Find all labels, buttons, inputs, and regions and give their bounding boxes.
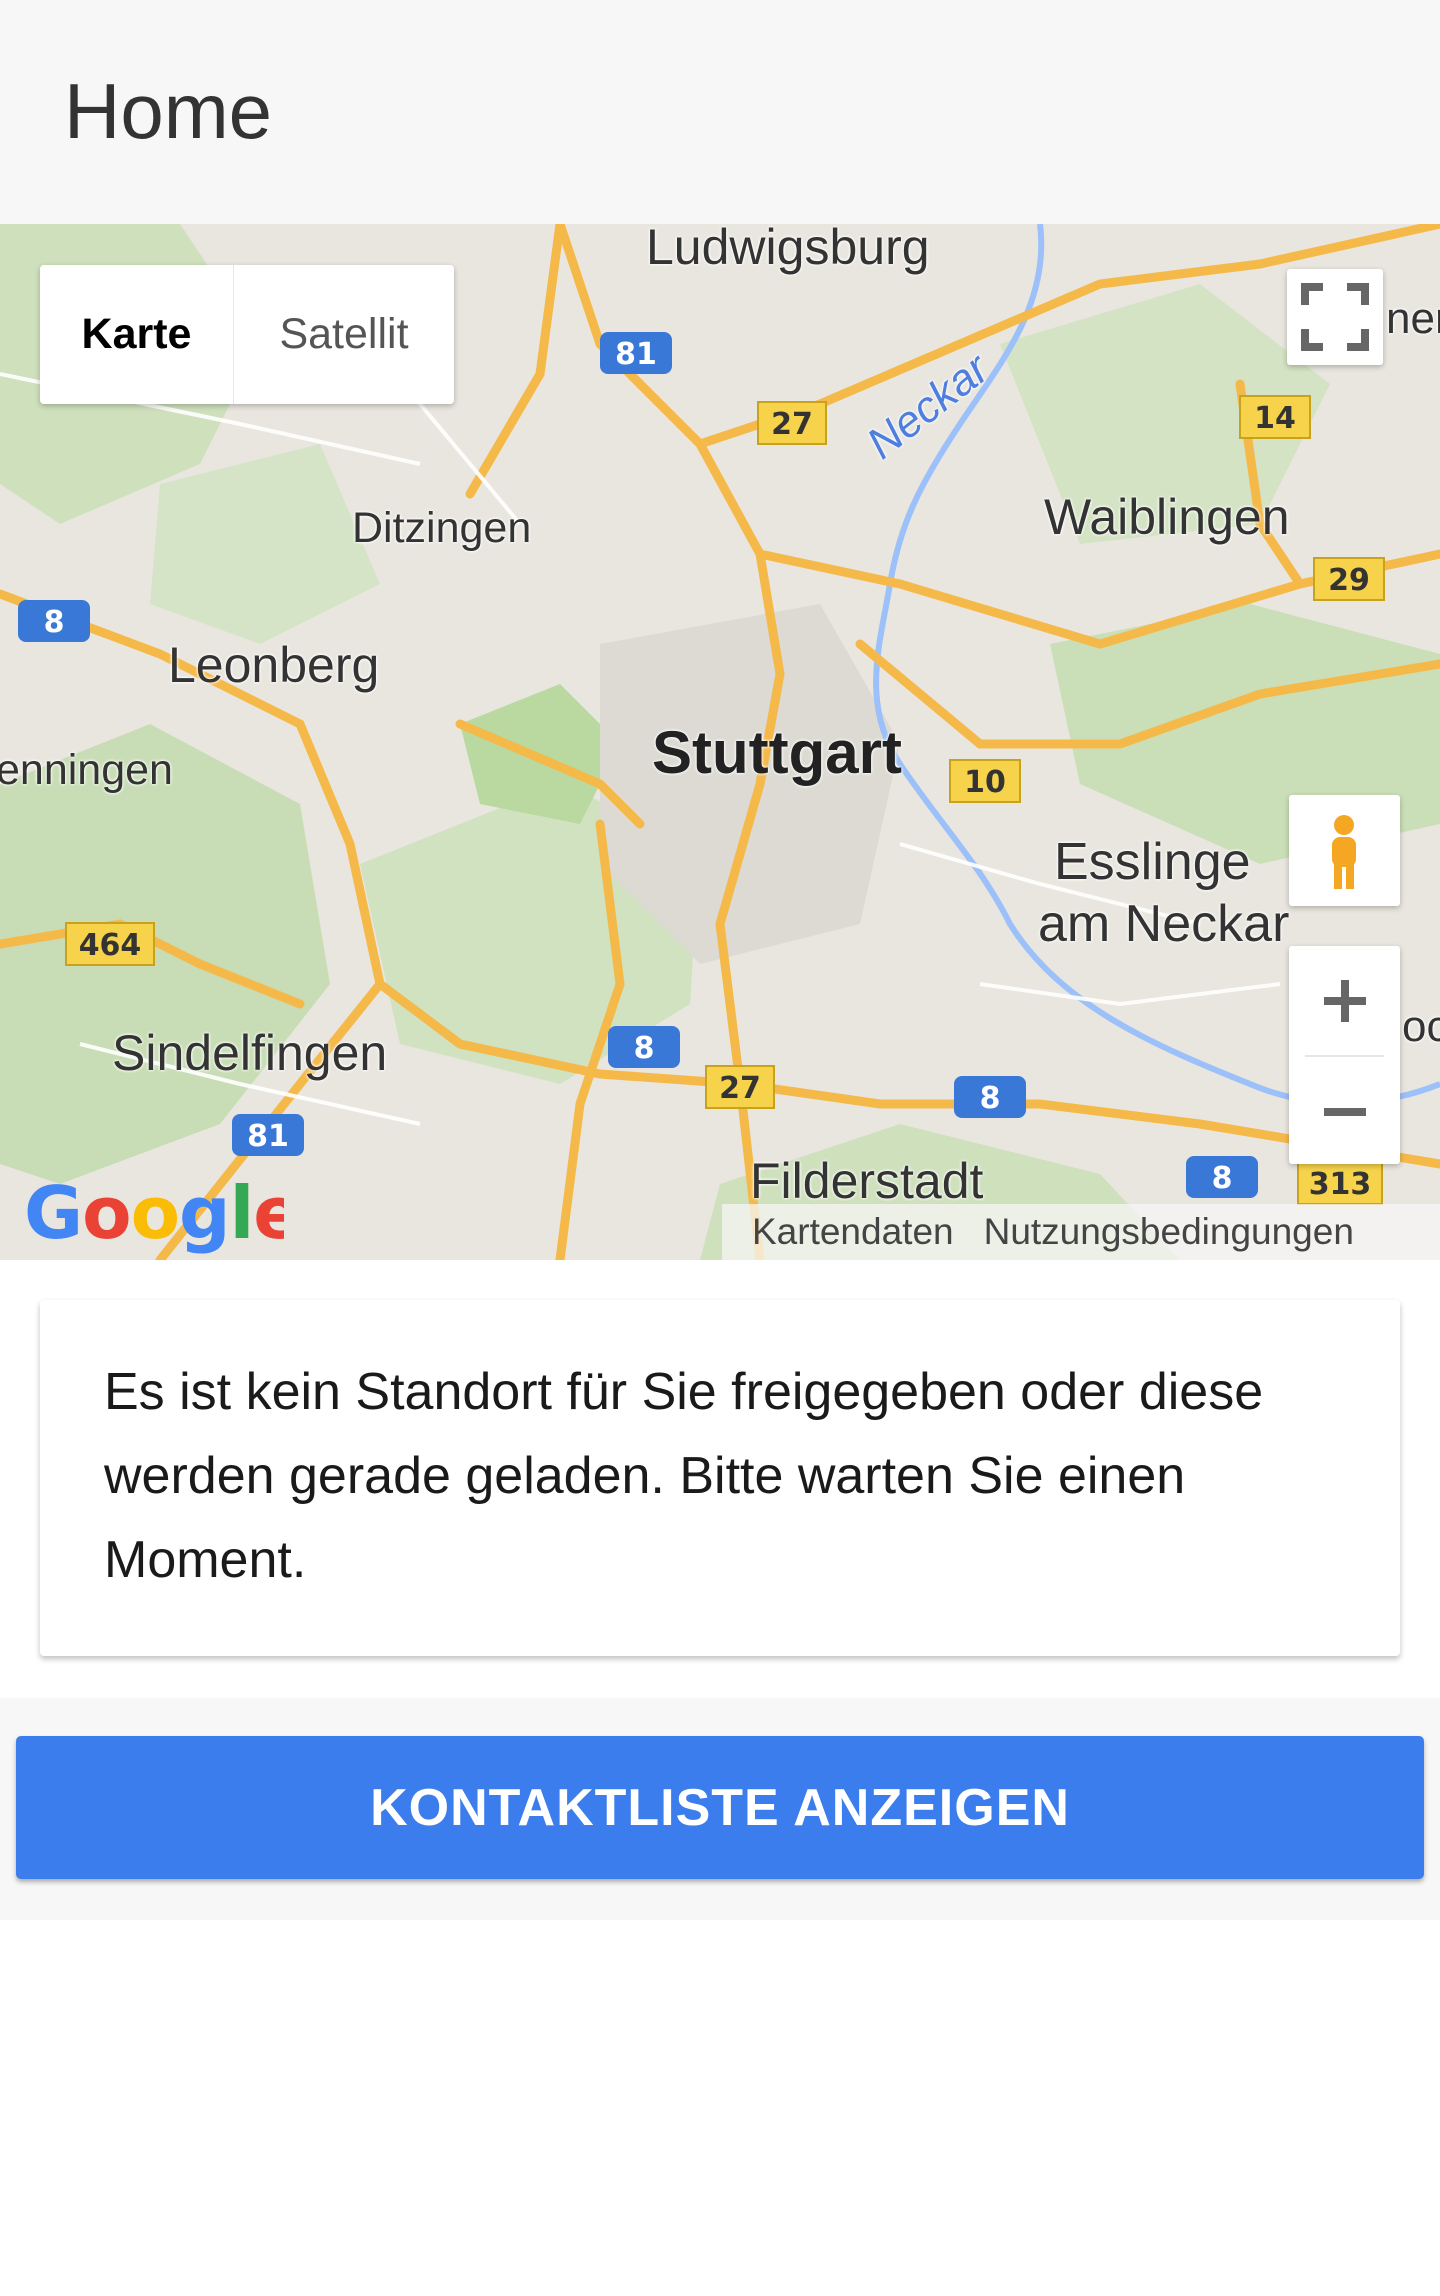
svg-text:8: 8 bbox=[634, 1031, 655, 1066]
label-sindelfingen: Sindelfingen bbox=[112, 1025, 388, 1081]
location-info-card: Es ist kein Standort für Sie freigegeben… bbox=[40, 1300, 1400, 1656]
shield-b27-top: 27 bbox=[757, 401, 827, 445]
shield-a8-mid: 8 bbox=[608, 1026, 680, 1068]
svg-text:8: 8 bbox=[1212, 1161, 1233, 1196]
map-view[interactable]: 81 8 27 14 29 10 464 8 27 8 81 8 313 Lud… bbox=[0, 224, 1440, 1260]
svg-text:27: 27 bbox=[719, 1071, 761, 1106]
svg-text:10: 10 bbox=[964, 765, 1006, 800]
zoom-out-button[interactable] bbox=[1289, 1057, 1400, 1166]
zoom-in-button[interactable] bbox=[1289, 946, 1400, 1055]
shield-a8-right: 8 bbox=[954, 1076, 1026, 1118]
map-type-karte-button[interactable]: Karte bbox=[40, 265, 234, 404]
location-status-message: Es ist kein Standort für Sie freigegeben… bbox=[104, 1363, 1264, 1589]
show-contact-list-button[interactable]: KONTAKTLISTE ANZEIGEN bbox=[16, 1736, 1424, 1879]
shield-a81-top: 81 bbox=[600, 332, 672, 374]
map-type-control: Karte Satellit bbox=[40, 265, 454, 404]
button-bar: KONTAKTLISTE ANZEIGEN bbox=[0, 1698, 1440, 1920]
label-esslingen: Esslinge bbox=[1054, 833, 1251, 891]
page-title: Home bbox=[64, 67, 273, 155]
shield-b313: 313 bbox=[1297, 1161, 1383, 1205]
shield-b10: 10 bbox=[949, 759, 1021, 803]
label-ludwigsburg: Ludwigsburg bbox=[646, 224, 930, 275]
shield-a8-left: 8 bbox=[18, 600, 90, 642]
street-view-pegman-button[interactable] bbox=[1289, 795, 1400, 906]
label-esslingen-am-neckar: am Neckar bbox=[1038, 895, 1290, 953]
label-oc: oc bbox=[1402, 1002, 1440, 1051]
shield-a81-bottom: 81 bbox=[232, 1114, 304, 1156]
map-data-link[interactable]: Kartendaten bbox=[752, 1211, 954, 1253]
label-filderstadt: Filderstadt bbox=[750, 1153, 984, 1209]
app-header: Home bbox=[0, 0, 1440, 224]
svg-text:8: 8 bbox=[44, 605, 65, 640]
google-logo-icon: Google bbox=[24, 1171, 302, 1255]
pegman-icon bbox=[1332, 815, 1356, 889]
svg-text:27: 27 bbox=[771, 407, 813, 442]
svg-text:14: 14 bbox=[1254, 401, 1296, 436]
label-stuttgart: Stuttgart bbox=[652, 719, 902, 786]
label-waiblingen: Waiblingen bbox=[1044, 489, 1290, 545]
label-leonberg: Leonberg bbox=[168, 637, 380, 693]
map-type-satellit-button[interactable]: Satellit bbox=[234, 265, 454, 404]
shield-a8-far: 8 bbox=[1186, 1156, 1258, 1198]
svg-text:29: 29 bbox=[1328, 563, 1370, 598]
shield-b29: 29 bbox=[1313, 557, 1385, 601]
label-ditzingen: Ditzingen bbox=[352, 504, 532, 552]
google-logo: Google bbox=[24, 1168, 302, 1260]
svg-text:313: 313 bbox=[1309, 1167, 1372, 1202]
svg-text:81: 81 bbox=[615, 337, 657, 372]
shield-b27-bottom: 27 bbox=[705, 1065, 775, 1109]
label-renningen: enningen bbox=[0, 746, 173, 794]
zoom-control bbox=[1289, 946, 1400, 1164]
fullscreen-icon bbox=[1301, 283, 1369, 351]
terms-link[interactable]: Nutzungsbedingungen bbox=[984, 1211, 1354, 1253]
shield-b14: 14 bbox=[1239, 395, 1311, 439]
minus-icon bbox=[1323, 1107, 1366, 1116]
fullscreen-button[interactable] bbox=[1287, 269, 1383, 365]
svg-text:Google: Google bbox=[24, 1171, 284, 1255]
svg-text:81: 81 bbox=[247, 1119, 289, 1154]
shield-b464: 464 bbox=[65, 922, 155, 966]
svg-text:8: 8 bbox=[980, 1081, 1001, 1116]
plus-icon bbox=[1323, 979, 1366, 1022]
svg-text:464: 464 bbox=[79, 928, 142, 963]
label-ner: ner bbox=[1386, 294, 1440, 343]
map-attribution: Kartendaten Nutzungsbedingungen bbox=[722, 1204, 1440, 1260]
